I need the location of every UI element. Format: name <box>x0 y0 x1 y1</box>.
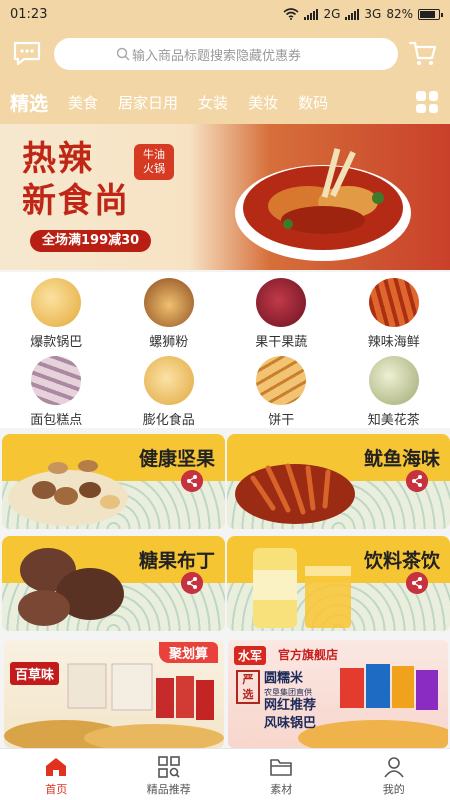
category-label: 辣味海鲜 <box>367 335 420 350</box>
share-icon[interactable] <box>181 572 203 594</box>
battery-percent: 82% <box>386 7 413 21</box>
nav-label: 我的 <box>382 783 405 796</box>
shop-slogan-1: 圆糯米 <box>264 671 304 686</box>
nav-home[interactable]: 首页 <box>0 749 113 800</box>
network-1-label: 2G <box>323 7 341 21</box>
nav-profile[interactable]: 我的 <box>338 749 450 800</box>
chips-image <box>143 356 194 405</box>
nav-materials[interactable]: 素材 <box>225 749 338 800</box>
nav-label: 素材 <box>270 783 293 796</box>
share-icon[interactable] <box>406 572 428 594</box>
search-icon <box>116 47 130 61</box>
category-item[interactable]: 辣味海鲜 <box>338 272 450 350</box>
tab-fade <box>386 80 406 124</box>
snack-products-image <box>4 663 224 748</box>
banner-title-line2: 新食尚 <box>22 181 130 221</box>
category-label: 果干果蔬 <box>255 335 308 350</box>
signal-icon <box>345 8 360 20</box>
promo-title: 健康坚果 <box>138 448 215 470</box>
spicy-seafood-image <box>368 278 419 327</box>
search-input[interactable]: 输入商品标题搜索隐藏优惠券 <box>54 38 398 70</box>
tab-digital[interactable]: 数码 <box>288 92 338 113</box>
home-icon <box>46 758 67 776</box>
promo-card-squid[interactable]: 鱿鱼海味 <box>227 434 450 529</box>
shop-slogan-3: 风味锅巴 <box>264 716 317 731</box>
chocolate-image <box>18 548 124 626</box>
nav-label: 精品推荐 <box>146 783 191 796</box>
grid-search-icon <box>157 756 180 778</box>
category-item[interactable]: 膨化食品 <box>113 350 226 428</box>
wifi-icon <box>283 8 299 20</box>
category-item[interactable]: 螺狮粉 <box>113 272 226 350</box>
shop-slogan-1-sub: 农垦集团直供 <box>264 688 312 697</box>
folder-icon <box>270 759 293 776</box>
shop-slogan-2: 网红推荐 <box>264 698 317 713</box>
share-icon[interactable] <box>406 470 428 492</box>
category-label: 面包糕点 <box>30 413 83 428</box>
promo-card-nuts[interactable]: 健康坚果 <box>2 434 225 529</box>
noodle-image <box>143 278 194 327</box>
shop-card-shuijun[interactable]: 水军 官方旗舰店 严选 圆糯米 农垦集团直供 网红推荐 风味锅巴 <box>228 640 448 748</box>
category-label: 饼干 <box>268 413 295 428</box>
share-icon[interactable] <box>181 470 203 492</box>
category-item[interactable]: 果干果蔬 <box>225 272 338 350</box>
promo-card-candy[interactable]: 糖果布丁 <box>2 536 225 631</box>
category-item[interactable]: 爆款锅巴 <box>0 272 113 350</box>
tab-featured[interactable]: 精选 <box>0 89 58 116</box>
tab-food[interactable]: 美食 <box>58 92 108 113</box>
nuts-image <box>8 460 128 526</box>
promo-title: 糖果布丁 <box>138 550 215 572</box>
status-right: 2G 3G 82% <box>283 7 443 21</box>
tab-home[interactable]: 居家日用 <box>108 92 188 113</box>
shop-slogans: 圆糯米 农垦集团直供 网红推荐 风味锅巴 <box>264 670 316 733</box>
grid-menu-icon[interactable] <box>416 91 438 113</box>
signal-icon <box>304 8 319 20</box>
banner-title-line1: 热辣 <box>22 139 94 179</box>
header: 输入商品标题搜索隐藏优惠券 <box>0 28 450 80</box>
tab-beauty[interactable]: 美妆 <box>238 92 288 113</box>
banner-badge: 牛油 火锅 <box>134 144 174 180</box>
banner-badge-line2: 火锅 <box>143 162 165 175</box>
category-item[interactable]: 知美花茶 <box>338 350 450 428</box>
category-label: 爆款锅巴 <box>30 335 83 350</box>
crispy-rice-image <box>31 278 82 327</box>
status-bar: 01:23 2G 3G 82% <box>0 0 450 28</box>
category-label: 螺狮粉 <box>149 335 189 350</box>
category-label: 膨化食品 <box>142 413 195 428</box>
battery-icon <box>418 8 443 20</box>
banner-promo: 全场满199减30 <box>30 230 152 252</box>
nav-label: 首页 <box>45 783 68 796</box>
category-tabs: 精选 美食 居家日用 女装 美妆 数码 <box>0 80 450 124</box>
banner-badge-line1: 牛油 <box>143 148 165 161</box>
promo-card-drinks[interactable]: 饮料茶饮 <box>227 536 450 631</box>
promo-title: 饮料茶饮 <box>363 550 440 572</box>
dried-fruit-image <box>256 278 307 327</box>
flower-tea-image <box>368 356 419 405</box>
shop-stamp: 严选 <box>236 670 260 704</box>
status-time: 01:23 <box>10 6 48 22</box>
user-icon <box>384 757 404 778</box>
cart-icon[interactable] <box>408 38 438 68</box>
hotpot-bowl-image <box>235 148 411 261</box>
shop-card-baicaowei[interactable]: 聚划算 百草味 <box>4 640 224 748</box>
category-item[interactable]: 面包糕点 <box>0 350 113 428</box>
bottom-nav: 首页 精品推荐 素材 我的 <box>0 748 450 800</box>
nav-recommend[interactable]: 精品推荐 <box>113 749 226 800</box>
category-grid: 爆款锅巴 螺狮粉 果干果蔬 辣味海鲜 面包糕点 膨化食品 饼干 知美花茶 <box>0 272 450 428</box>
banner-title: 热辣 新食尚 <box>22 138 130 222</box>
message-icon[interactable] <box>12 40 42 66</box>
squid-image <box>235 463 355 524</box>
promo-title: 鱿鱼海味 <box>363 448 440 470</box>
shop-store-name: 官方旗舰店 <box>278 648 339 662</box>
tab-womens[interactable]: 女装 <box>188 92 238 113</box>
search-placeholder: 输入商品标题搜索隐藏优惠券 <box>132 48 302 64</box>
shop-brand-logo: 水军 <box>234 646 267 665</box>
cookie-image <box>256 356 307 405</box>
pastry-image <box>31 356 82 405</box>
category-item[interactable]: 饼干 <box>225 350 338 428</box>
category-label: 知美花茶 <box>367 413 420 428</box>
drink-image <box>253 548 351 628</box>
hero-banner[interactable]: 热辣 新食尚 牛油 火锅 全场满199减30 <box>0 124 450 270</box>
network-2-label: 3G <box>364 7 382 21</box>
